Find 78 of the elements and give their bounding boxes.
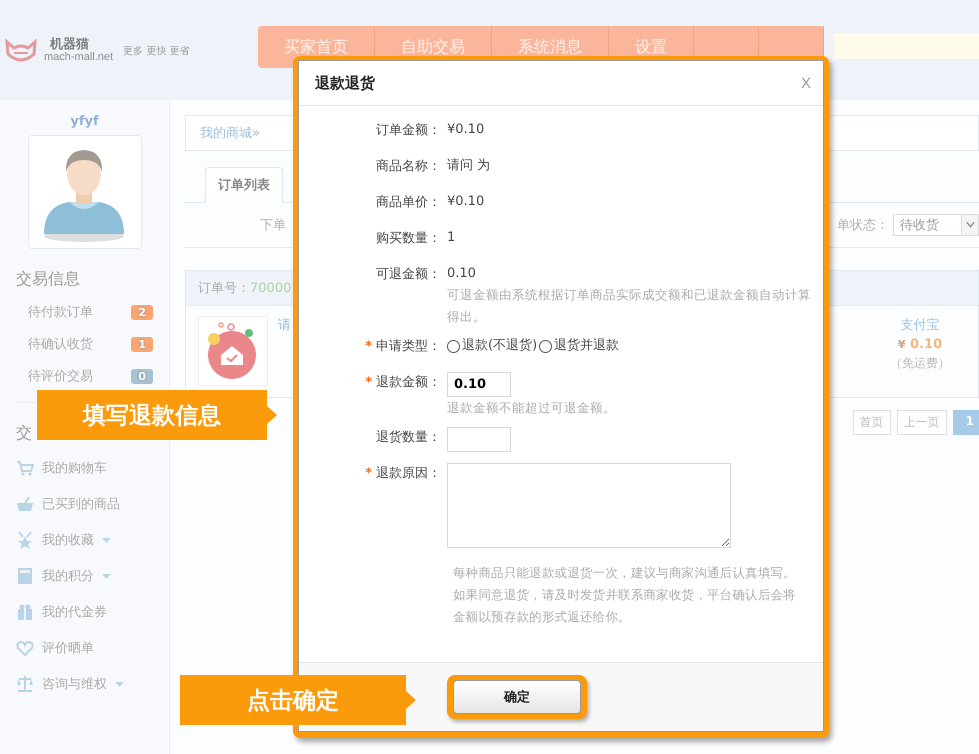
- payment-method: 支付宝: [900, 317, 940, 334]
- field-label: 可退金额：: [376, 266, 441, 283]
- refund-amount-field[interactable]: 0.10: [447, 372, 511, 397]
- field-value: 1: [447, 229, 456, 247]
- basket-icon: [16, 495, 34, 513]
- menu-link[interactable]: 咨询与维权: [42, 675, 107, 693]
- search-field[interactable]: [834, 33, 979, 59]
- field-value: ¥0.10: [447, 121, 486, 139]
- field-label: 退货数量：: [376, 429, 441, 446]
- count-badge: 2: [131, 304, 153, 320]
- caret-icon: [102, 538, 111, 542]
- menu-link[interactable]: 我的积分: [42, 567, 94, 585]
- field-value: 0.10: [447, 265, 477, 283]
- notice-text: 如果同意退货，请及时发货并联系商家收货，平台确认后会将: [453, 586, 797, 604]
- scales-icon: [16, 675, 34, 693]
- trade-link[interactable]: 待确认收货: [28, 335, 93, 353]
- confirm-button[interactable]: 确定: [453, 680, 581, 714]
- caret-icon: [115, 682, 124, 686]
- cart-icon: [16, 459, 34, 477]
- heart-icon: [16, 639, 34, 657]
- menu-link[interactable]: 已买到的商品: [42, 495, 120, 513]
- menu-link[interactable]: 评价晒单: [42, 639, 94, 657]
- page-button[interactable]: 首页: [852, 410, 891, 435]
- notice-text: 每种商品只能退款或退货一次，建议与商家沟通后认真填写。: [453, 564, 797, 582]
- logo-name: 机器猫: [48, 38, 90, 51]
- field-value: ¥0.10: [447, 193, 486, 211]
- shipping-note: （免运费）: [890, 355, 950, 372]
- order-number: 70000: [250, 280, 292, 296]
- filter-label: 下单: [260, 217, 286, 234]
- menu-link[interactable]: 我的购物车: [42, 459, 107, 477]
- radio-option[interactable]: 退款(不退货): [447, 336, 538, 356]
- status-label: 单状态：: [837, 217, 889, 234]
- cat-logo-icon: [4, 38, 38, 64]
- field-label: 商品名称：: [376, 158, 441, 175]
- callout-label: 填写退款信息: [37, 390, 277, 440]
- caret-icon: [102, 574, 111, 578]
- section-title: 交易信息: [16, 269, 81, 290]
- help-text: 可退金额由系统根据订单商品实际成交额和已退款金额自动计算得出。: [447, 286, 812, 326]
- close-button[interactable]: X: [800, 74, 811, 92]
- product-thumbnail: [198, 316, 268, 386]
- order-number-label: 订单号：: [198, 280, 250, 297]
- page-button[interactable]: 1: [952, 410, 979, 435]
- field-label: 退款原因：: [376, 465, 441, 482]
- required-mark: *: [365, 374, 372, 390]
- field-label: 购买数量：: [376, 230, 441, 247]
- count-badge: 1: [131, 336, 153, 352]
- callout-label: 点击确定: [180, 675, 416, 725]
- trade-link[interactable]: 待付款订单: [28, 303, 93, 321]
- notice-text: 金额以预存款的形式返还给你。: [453, 608, 632, 626]
- field-label: 申请类型：: [376, 338, 441, 355]
- required-mark: *: [365, 338, 372, 354]
- star-icon: [16, 531, 34, 549]
- field-label: 退款金额：: [376, 374, 441, 391]
- menu-link[interactable]: 我的代金券: [42, 603, 107, 621]
- dialog-title: 退款退货: [315, 74, 375, 92]
- page-button[interactable]: 上一页: [896, 410, 947, 435]
- radio-option[interactable]: 退货并退款: [539, 336, 620, 356]
- breadcrumb-link[interactable]: 我的商城»: [200, 124, 260, 142]
- status-select[interactable]: 待收货: [893, 214, 979, 236]
- count-badge: 0: [131, 368, 153, 384]
- refund-reason-field[interactable]: [447, 463, 731, 548]
- gift-icon: [16, 603, 34, 621]
- order-price: ¥ 0.10: [898, 337, 942, 352]
- return-quantity-field[interactable]: [447, 427, 511, 452]
- tab[interactable]: 订单列表: [205, 167, 283, 203]
- section-title: 交: [16, 423, 33, 444]
- slogan: 更多 更快 更省: [123, 44, 190, 58]
- product-link[interactable]: 请: [278, 316, 291, 387]
- field-label: 商品单价：: [376, 194, 441, 211]
- field-value: 请问 为: [447, 157, 492, 175]
- calculator-icon: [16, 567, 34, 585]
- menu-link[interactable]: 我的收藏: [42, 531, 94, 549]
- required-mark: *: [365, 466, 372, 480]
- field-label: 订单金额：: [376, 122, 441, 139]
- trade-link[interactable]: 待评价交易: [28, 367, 93, 385]
- help-text: 退款金额不能超过可退金额。: [447, 399, 617, 417]
- username: yfyf: [70, 114, 99, 129]
- logo-domain: mach-mall.net: [44, 51, 114, 64]
